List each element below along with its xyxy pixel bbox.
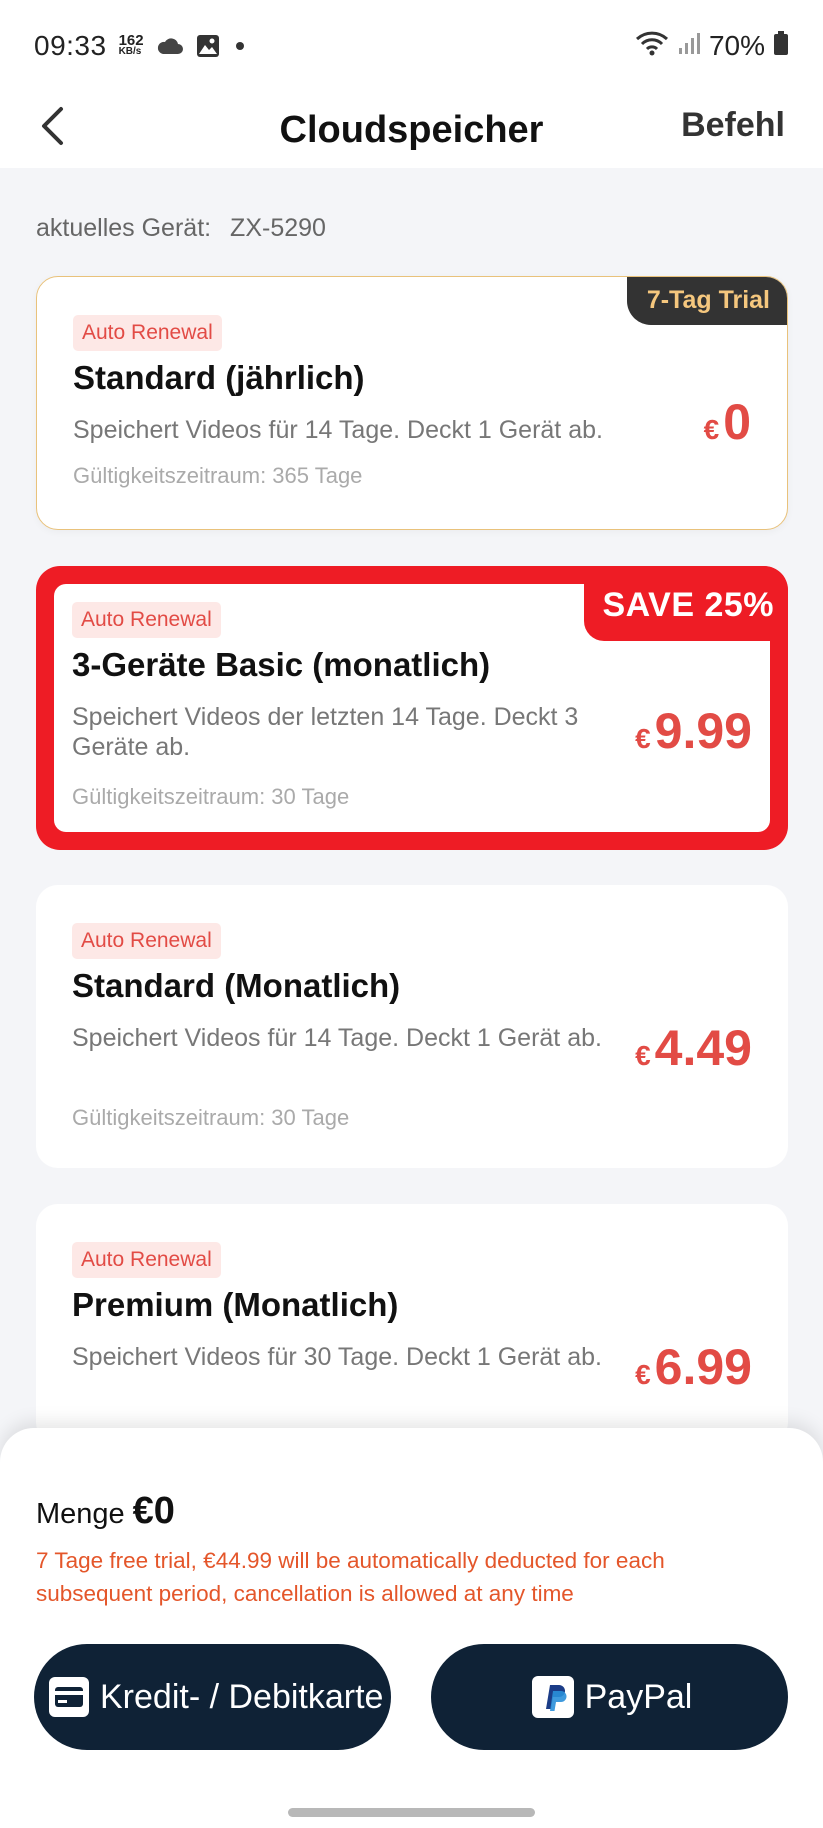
plan-validity: Gültigkeitszeitraum: 30 Tage [72,784,350,809]
plan-price: € 9.99 [635,702,752,760]
signal-icon [677,30,701,62]
auto-renewal-tag: Auto Renewal [73,315,222,351]
pay-with-card-label: Kredit- / Debitkarte [100,1677,384,1716]
total-amount: Menge €0 [36,1490,175,1533]
app-screen: 09:33 162 KB/s 70% Cloudspeicher Befehl … [0,0,823,1828]
plan-name: 3-Geräte Basic (monatlich) [72,646,491,683]
back-button[interactable] [30,98,74,158]
trial-badge: 7-Tag Trial [626,277,787,325]
plan-card-standard-yearly[interactable]: Auto Renewal Standard (jährlich) Speiche… [36,276,788,530]
back-arrow-icon [39,106,65,151]
plan-price: € 6.99 [635,1338,752,1396]
price-currency: € [703,414,720,445]
total-label: Menge [36,1498,125,1530]
plan-price: € 4.49 [635,1019,752,1077]
price-amount: 4.49 [654,1020,752,1076]
net-speed: 162 KB/s [118,32,144,57]
current-device-value: ZX-5290 [230,214,326,242]
price-amount: 6.99 [654,1339,752,1395]
plan-validity: Gültigkeitszeitraum: 365 Tage [73,463,363,488]
current-device-label: aktuelles Gerät: [36,214,212,242]
image-icon [196,34,220,58]
plan-card-standard-monthly[interactable]: Auto Renewal Standard (Monatlich) Speich… [36,885,788,1168]
battery-percent: 70% [708,30,765,61]
plan-description: Speichert Videos für 14 Tage. Deckt 1 Ge… [73,416,603,444]
total-value: €0 [132,1490,175,1532]
price-currency: € [635,1359,651,1390]
pay-with-card-button[interactable]: Kredit- / Debitkarte [34,1644,391,1750]
wifi-icon [635,30,669,63]
notification-dot-icon [232,38,248,54]
pay-with-paypal-label: PayPal [584,1677,693,1716]
net-speed-value: 162 [118,32,144,49]
plan-name: Standard (Monatlich) [72,967,401,1004]
net-speed-unit: KB/s [118,46,142,57]
credit-card-icon [48,1676,90,1718]
auto-renewal-tag: Auto Renewal [72,923,221,959]
price-currency: € [635,723,651,754]
status-bar: 09:33 162 KB/s 70% [0,0,823,92]
status-right: 70% [635,30,789,63]
plan-name: Standard (jährlich) [73,359,365,396]
status-time: 09:33 [34,30,107,61]
price-amount: 0 [723,394,751,450]
home-indicator[interactable] [288,1808,535,1817]
cloud-icon [156,37,184,55]
page-title: Cloudspeicher [279,108,544,151]
trial-terms-note: 7 Tage free trial, €44.99 will be automa… [36,1548,665,1606]
plan-description: Speichert Videos für 14 Tage. Deckt 1 Ge… [72,1024,602,1052]
plan-name: Premium (Monatlich) [72,1286,399,1323]
plan-price: € 0 [704,393,751,451]
plan-card-3-device-basic-monthly[interactable]: Auto Renewal 3-Geräte Basic (monatlich) … [36,566,788,850]
current-device: aktuelles Gerät: ZX-5290 [36,214,326,243]
plan-card-premium-monthly[interactable]: Auto Renewal Premium (Monatlich) Speiche… [36,1204,788,1444]
top-app-bar: Cloudspeicher Befehl [0,92,823,168]
price-currency: € [635,1040,651,1071]
auto-renewal-tag: Auto Renewal [72,602,221,638]
price-amount: 9.99 [654,703,752,759]
pay-with-paypal-button[interactable]: PayPal [431,1644,788,1750]
order-button[interactable]: Befehl [681,106,785,145]
save-badge: SAVE 25% [584,566,788,641]
plan-validity: Gültigkeitszeitraum: 30 Tage [72,1105,350,1130]
plan-description: Speichert Videos für 30 Tage. Deckt 1 Ge… [72,1343,602,1371]
checkout-sheet: Menge €0 7 Tage free trial, €44.99 will … [0,1428,823,1828]
battery-icon [773,30,789,63]
plan-description: Speichert Videos der letzten 14 Tage. De… [72,703,579,761]
auto-renewal-tag: Auto Renewal [72,1242,221,1278]
paypal-icon [531,1675,575,1719]
